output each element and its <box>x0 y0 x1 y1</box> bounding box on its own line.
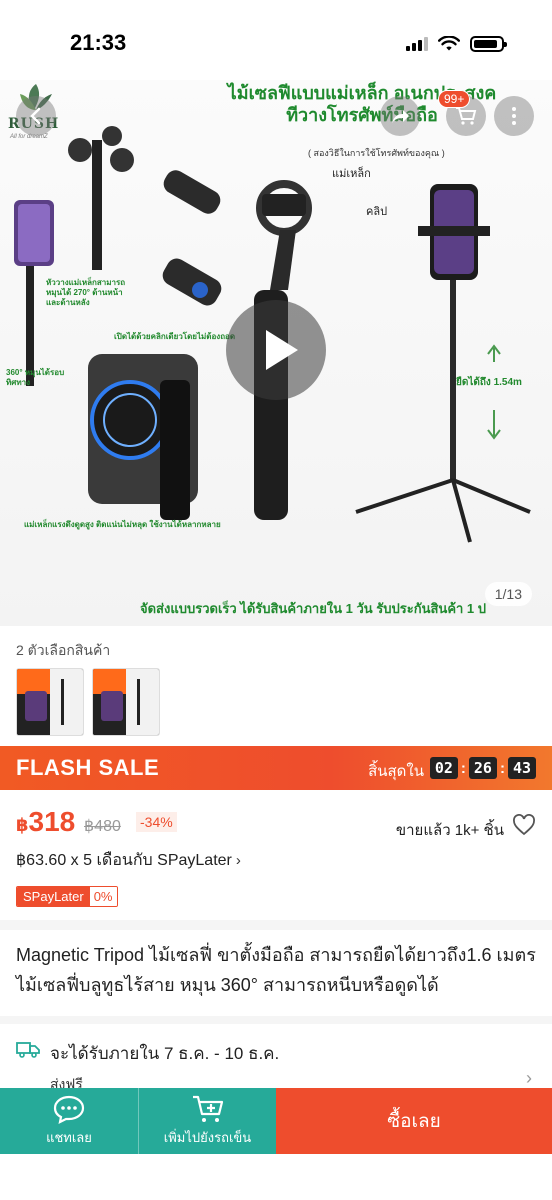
note-rotate-270: หัววางแม่เหล็กสามารถหมุนได้ 270° ด้านหน้… <box>46 278 126 307</box>
spaylater-tag: SPayLater 0% <box>16 886 118 907</box>
note-extend: ยืดได้ถึง 1.54m <box>456 377 522 388</box>
price-section: ฿318 ฿480 -34% ขายแล้ว 1k+ ชิ้น ฿63.60 x… <box>0 790 552 920</box>
note-magnet-use: แม่เหล็กแรงดึงดูดสูง ติดแน่นไม่หลุด ใช้ง… <box>24 520 221 529</box>
flash-sale-title: FLASH SALE <box>16 755 159 781</box>
status-icons <box>406 36 507 52</box>
spaylater-label: SPayLater <box>17 887 90 906</box>
back-arrow-icon <box>30 107 41 125</box>
image-page-counter: 1/13 <box>484 582 532 606</box>
countdown-timer: 02 : 26 : 43 <box>429 757 536 779</box>
favorite-heart-icon[interactable] <box>512 814 536 836</box>
home-indicator-area <box>0 1154 552 1200</box>
installment-link[interactable]: ฿63.60 x 5 เดือนกับ SPayLater › <box>16 848 241 873</box>
battery-icon <box>470 36 507 52</box>
status-time: 21:33 <box>70 30 127 55</box>
flash-sale-title-text: FLASH SALE <box>16 755 160 780</box>
hero-bottom-banner: จัดส่งแบบรวดเร็ว ได้รับสินค้าภายใน 1 วัน… <box>140 601 487 616</box>
variant-selector: 2 ตัวเลือกสินค้า <box>0 626 552 746</box>
back-button[interactable] <box>16 96 56 136</box>
product-title: Magnetic Tripod ไม้เซลฟี่ ขาตั้งมือถือ ส… <box>16 945 536 995</box>
section-divider <box>0 920 552 930</box>
bottom-action-bar: แชทเลย เพิ่มไปยังรถเข็น ซื้อเลย <box>0 1088 552 1154</box>
chat-now-label: แชทเลย <box>46 1130 92 1145</box>
flash-sale-bar[interactable]: FLASH SALE สิ้นสุดใน 02 : 26 : 43 <box>0 746 552 790</box>
status-bar: 21:33 <box>0 0 552 80</box>
delivery-estimate: จะได้รับภายใน 7 ธ.ค. - 10 ธ.ค. <box>50 1044 280 1063</box>
buy-now-button[interactable]: ซื้อเลย <box>276 1088 552 1154</box>
variant-thumbnail-2[interactable] <box>92 668 160 736</box>
timer-hours: 02 <box>429 757 458 779</box>
timer-minutes: 26 <box>468 757 497 779</box>
flash-sale-ends-label: สิ้นสุดใน <box>368 763 424 780</box>
play-video-button[interactable] <box>226 300 326 400</box>
sold-count: ขายแล้ว 1k+ ชิ้น <box>395 822 504 839</box>
chat-icon <box>53 1095 85 1124</box>
section-divider <box>0 1016 552 1024</box>
product-title-section: Magnetic Tripod ไม้เซลฟี่ ขาตั้งมือถือ ส… <box>0 930 552 1016</box>
cart-button[interactable]: 99+ <box>438 90 486 136</box>
note-rotate-360: 360° หมุนได้รอบทิศทาง <box>6 368 65 387</box>
share-button[interactable] <box>380 96 420 136</box>
timer-seconds: 43 <box>507 757 536 779</box>
share-icon <box>392 110 409 123</box>
variant-thumbnail-1[interactable] <box>16 668 84 736</box>
more-vertical-icon <box>512 107 516 125</box>
chat-now-button[interactable]: แชทเลย <box>0 1088 138 1154</box>
product-image-gallery[interactable]: RUSH All for dreamZ ไม้เซลฟีแบบแม่เหล็ก … <box>0 80 552 626</box>
current-price: ฿318 <box>16 806 75 838</box>
more-options-button[interactable] <box>494 96 534 136</box>
label-clip: คลิป <box>366 206 388 218</box>
wifi-icon <box>438 36 460 51</box>
cart-count-badge: 99+ <box>438 90 471 108</box>
add-to-cart-button[interactable]: เพิ่มไปยังรถเข็น <box>138 1088 276 1154</box>
truck-icon <box>16 1042 40 1058</box>
price-currency: ฿ <box>16 815 29 835</box>
play-icon <box>266 330 298 370</box>
price-value: 318 <box>28 806 76 837</box>
add-to-cart-icon <box>192 1095 223 1122</box>
original-price: ฿480 <box>84 818 121 835</box>
chevron-right-icon: › <box>235 852 241 869</box>
cart-icon <box>456 107 477 125</box>
spaylater-rate: 0% <box>89 887 117 906</box>
discount-badge: -34% <box>136 812 177 832</box>
label-magnet: แม่เหล็ก <box>332 168 371 180</box>
installment-text: ฿63.60 x 5 เดือนกับ SPayLater <box>16 852 232 869</box>
shipping-section[interactable]: จะได้รับภายใน 7 ธ.ค. - 10 ธ.ค. ส่งฟรี › <box>0 1024 552 1094</box>
cellular-signal-icon <box>406 37 428 51</box>
product-page: 21:33 RUSH All for dreamZ ไม้เซลฟีแบบแม่… <box>0 0 552 1200</box>
buy-now-label: ซื้อเลย <box>387 1111 441 1132</box>
variants-count-label: 2 ตัวเลือกสินค้า <box>16 642 111 658</box>
add-to-cart-label: เพิ่มไปยังรถเข็น <box>163 1130 252 1145</box>
chevron-right-icon: › <box>526 1068 532 1088</box>
